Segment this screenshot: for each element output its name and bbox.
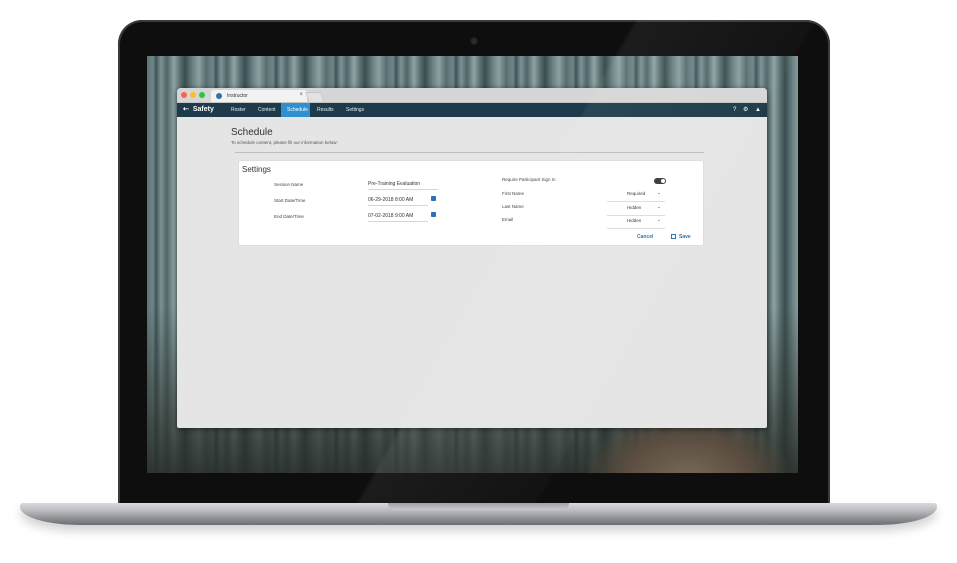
- email-label: Email: [502, 217, 514, 222]
- calendar-icon[interactable]: [431, 212, 436, 217]
- chevron-down-icon: ⌄: [656, 204, 661, 210]
- divider: [235, 152, 704, 153]
- settings-title: Settings: [242, 165, 271, 174]
- close-window-button[interactable]: [181, 92, 187, 98]
- nav-roster[interactable]: Roster: [225, 103, 252, 117]
- settings-card: Settings Session Name Pre-Training Evalu…: [239, 161, 703, 245]
- first-name-label: First Name: [502, 191, 525, 196]
- app-navbar: ⇠ Safety Roster Content Schedule Results …: [177, 103, 767, 117]
- new-tab-button[interactable]: [305, 92, 325, 102]
- first-name-value: Required: [627, 191, 646, 196]
- end-datetime-label: End Date/Time: [274, 214, 304, 219]
- save-button[interactable]: Save: [671, 234, 691, 240]
- start-datetime-input[interactable]: 06-29-2018 8:00 AM: [368, 197, 428, 206]
- exit-icon: ⇠: [183, 106, 189, 113]
- nav-settings[interactable]: Settings: [340, 103, 370, 117]
- gear-icon[interactable]: ⚙: [743, 107, 748, 113]
- browser-window: Instructor × ⇠ Safety Roster Content Sche…: [177, 88, 767, 428]
- save-label: Save: [679, 234, 691, 240]
- nav-content[interactable]: Content: [252, 103, 282, 117]
- session-name-label: Session Name: [274, 182, 304, 187]
- page-title: Schedule: [231, 127, 273, 138]
- save-icon: [671, 234, 676, 239]
- last-name-label: Last Name: [502, 204, 524, 209]
- zoom-window-button[interactable]: [199, 92, 205, 98]
- require-signin-label: Require Participant Sign In: [502, 177, 556, 182]
- help-icon[interactable]: ?: [733, 107, 736, 113]
- last-name-select[interactable]: Hidden ⌄: [607, 204, 665, 216]
- require-signin-toggle[interactable]: [654, 178, 666, 184]
- nav-schedule[interactable]: Schedule: [281, 103, 310, 117]
- nav-results[interactable]: Results: [311, 103, 340, 117]
- last-name-value: Hidden: [627, 205, 642, 210]
- chevron-down-icon: ⌄: [656, 190, 661, 196]
- laptop-opening-notch: [388, 503, 569, 510]
- navbar-actions: ? ⚙ ▲: [728, 106, 761, 113]
- cancel-button[interactable]: Cancel: [637, 234, 653, 240]
- email-value: Hidden: [627, 218, 642, 223]
- minimize-window-button[interactable]: [190, 92, 196, 98]
- main-content: Schedule To schedule content, please fil…: [177, 117, 767, 428]
- brand-name: Safety: [192, 106, 214, 113]
- start-datetime-label: Start Date/Time: [274, 198, 306, 203]
- session-name-input[interactable]: Pre-Training Evaluation: [368, 181, 438, 190]
- browser-tab[interactable]: Instructor ×: [211, 90, 307, 102]
- end-datetime-input[interactable]: 07-02-2018 9:00 AM: [368, 213, 428, 222]
- tab-title: Instructor: [227, 93, 248, 99]
- browser-titlebar: Instructor ×: [177, 88, 767, 103]
- user-icon[interactable]: ▲: [755, 107, 761, 113]
- chevron-down-icon: ⌄: [656, 217, 661, 223]
- brand[interactable]: ⇠ Safety: [183, 105, 214, 113]
- first-name-select[interactable]: Required ⌄: [607, 190, 665, 202]
- globe-icon: [216, 93, 222, 99]
- calendar-icon[interactable]: [431, 196, 436, 201]
- page-subtitle: To schedule content, please fill our inf…: [231, 140, 338, 145]
- tab-close-icon[interactable]: ×: [299, 92, 303, 98]
- webcam: [471, 38, 477, 44]
- email-select[interactable]: Hidden ⌄: [607, 217, 665, 229]
